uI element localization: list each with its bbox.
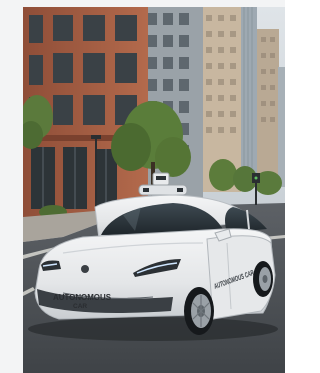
autonomous-car-photo: AUTONOMOUS CAR AUTONOMOUS CAR [23, 7, 285, 373]
hood-label-sub: CAR [73, 303, 87, 310]
car-shadow [28, 317, 278, 341]
hood-label: AUTONOMOUS [53, 292, 111, 302]
image-frame: AUTONOMOUS CAR AUTONOMOUS CAR [0, 0, 285, 373]
brand-emblem [81, 265, 89, 273]
front-wheel [184, 287, 214, 335]
rear-wheel [253, 261, 273, 297]
